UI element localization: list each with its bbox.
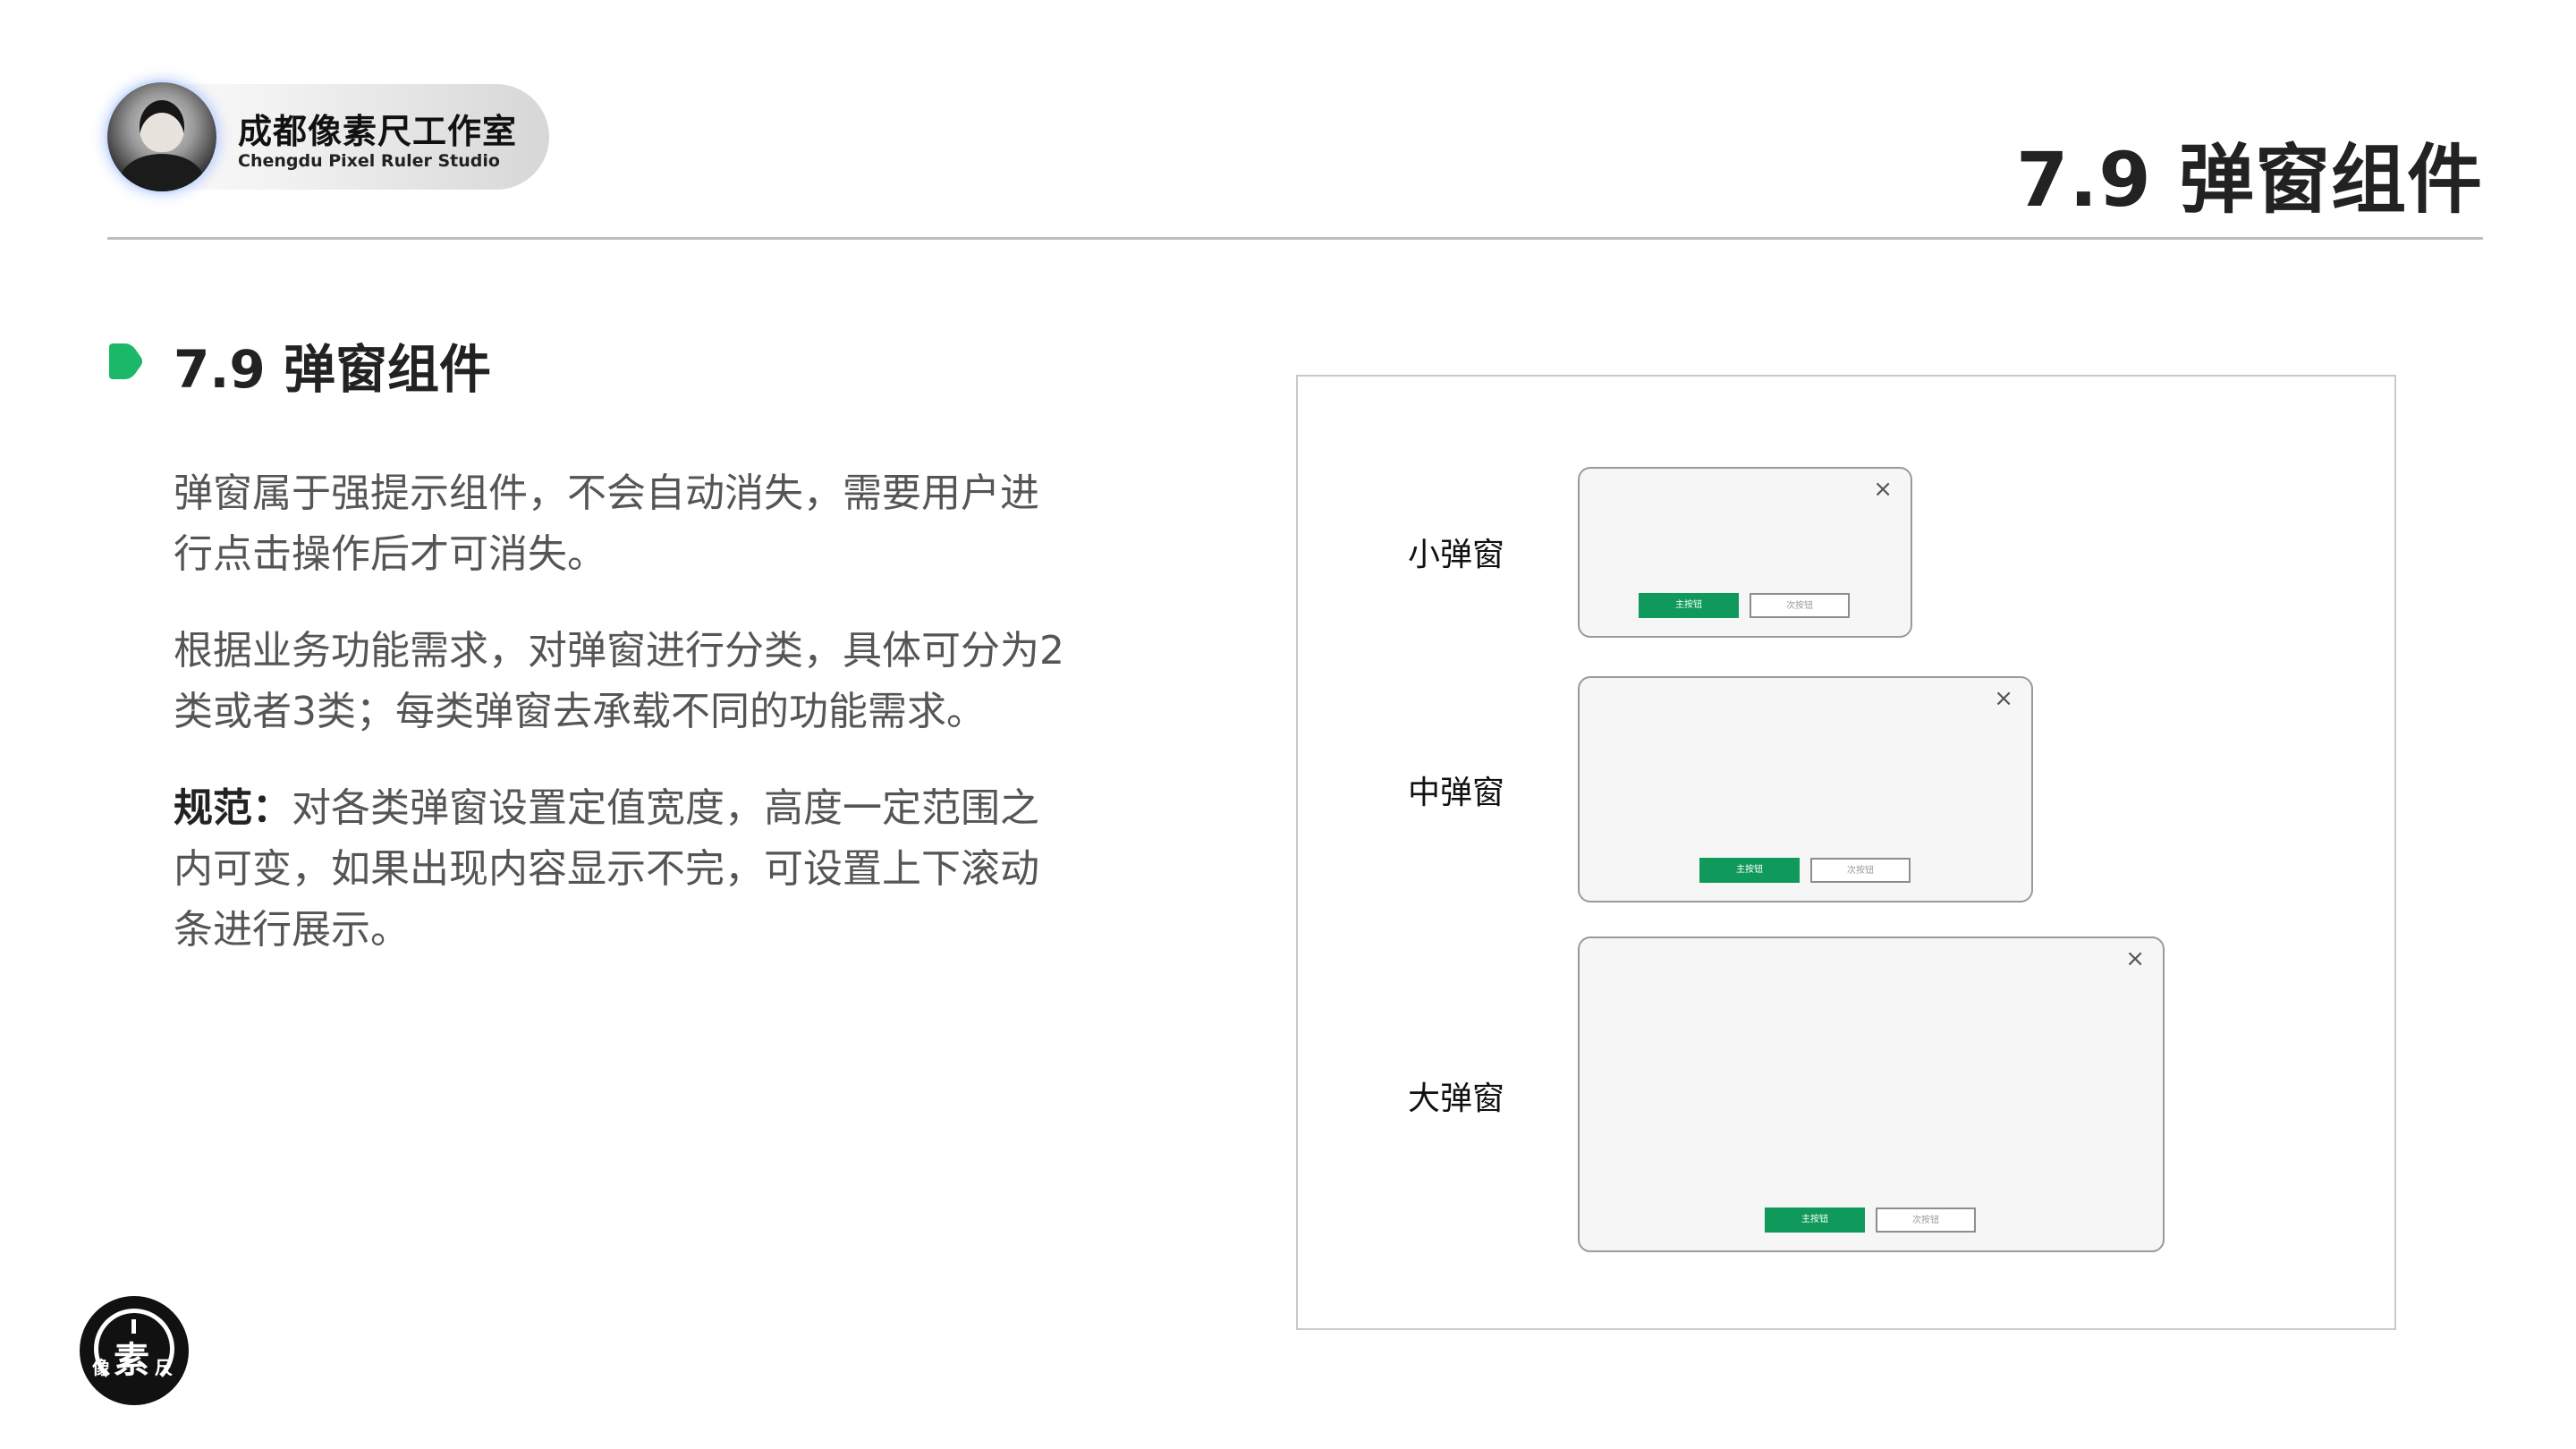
spec-text: 对各类弹窗设置定值宽度，高度一定范围之内可变，如果出现内容显示不完，可设置上下滚… [174,785,1039,953]
avatar-body [120,154,204,191]
studio-name-en: Chengdu Pixel Ruler Studio [238,151,500,171]
label-large-dialog: 大弹窗 [1408,1080,1505,1117]
close-icon[interactable]: × [1873,478,1893,501]
close-icon[interactable]: × [2125,947,2145,970]
medium-dialog-primary-button[interactable]: 主按钮 [1699,858,1800,883]
paragraph-definition: 弹窗属于强提示组件，不会自动消失，需要用户进行点击操作后才可消失。 [174,470,1039,577]
small-dialog-secondary-button[interactable]: 次按钮 [1750,593,1850,618]
logo-glyph-left: 像 [92,1357,110,1378]
label-small-dialog: 小弹窗 [1408,537,1505,573]
label-medium-dialog: 中弹窗 [1408,775,1505,811]
section-heading: 7.9 弹窗组件 [174,339,491,400]
small-dialog-primary-button[interactable]: 主按钮 [1639,593,1739,618]
small-dialog: × 主按钮 次按钮 [1578,467,1912,638]
paragraph-classification: 根据业务功能需求，对弹窗进行分类，具体可分为2类或者3类；每类弹窗去承载不同的功… [174,628,1064,734]
dialog-size-illustration: 小弹窗 × 主按钮 次按钮 中弹窗 × 主按钮 次按钮 大弹窗 × 主按钮 次按… [1296,375,2396,1330]
close-icon[interactable]: × [1994,687,2013,710]
studio-avatar [107,82,216,191]
medium-dialog-secondary-button[interactable]: 次按钮 [1810,858,1911,883]
spec-label: 规范： [174,785,292,831]
logo-needle [131,1319,136,1334]
medium-dialog: × 主按钮 次按钮 [1578,676,2033,902]
paragraph-spec: 规范：对各类弹窗设置定值宽度，高度一定范围之内可变，如果出现内容显示不完，可设置… [174,778,1077,961]
play-marker-icon [109,343,142,379]
studio-name: 成都像素尺工作室 [238,112,518,151]
header-divider [107,237,2483,240]
avatar-head [140,100,184,152]
logo-glyph-right: 尺 [155,1357,173,1378]
page-title: 7.9 弹窗组件 [2015,136,2483,224]
large-dialog-secondary-button[interactable]: 次按钮 [1876,1208,1976,1233]
logo-glyph-main: 素 [114,1340,149,1381]
large-dialog-primary-button[interactable]: 主按钮 [1765,1208,1865,1233]
studio-logo: 像 素 尺 [80,1296,189,1405]
large-dialog: × 主按钮 次按钮 [1578,936,2165,1252]
